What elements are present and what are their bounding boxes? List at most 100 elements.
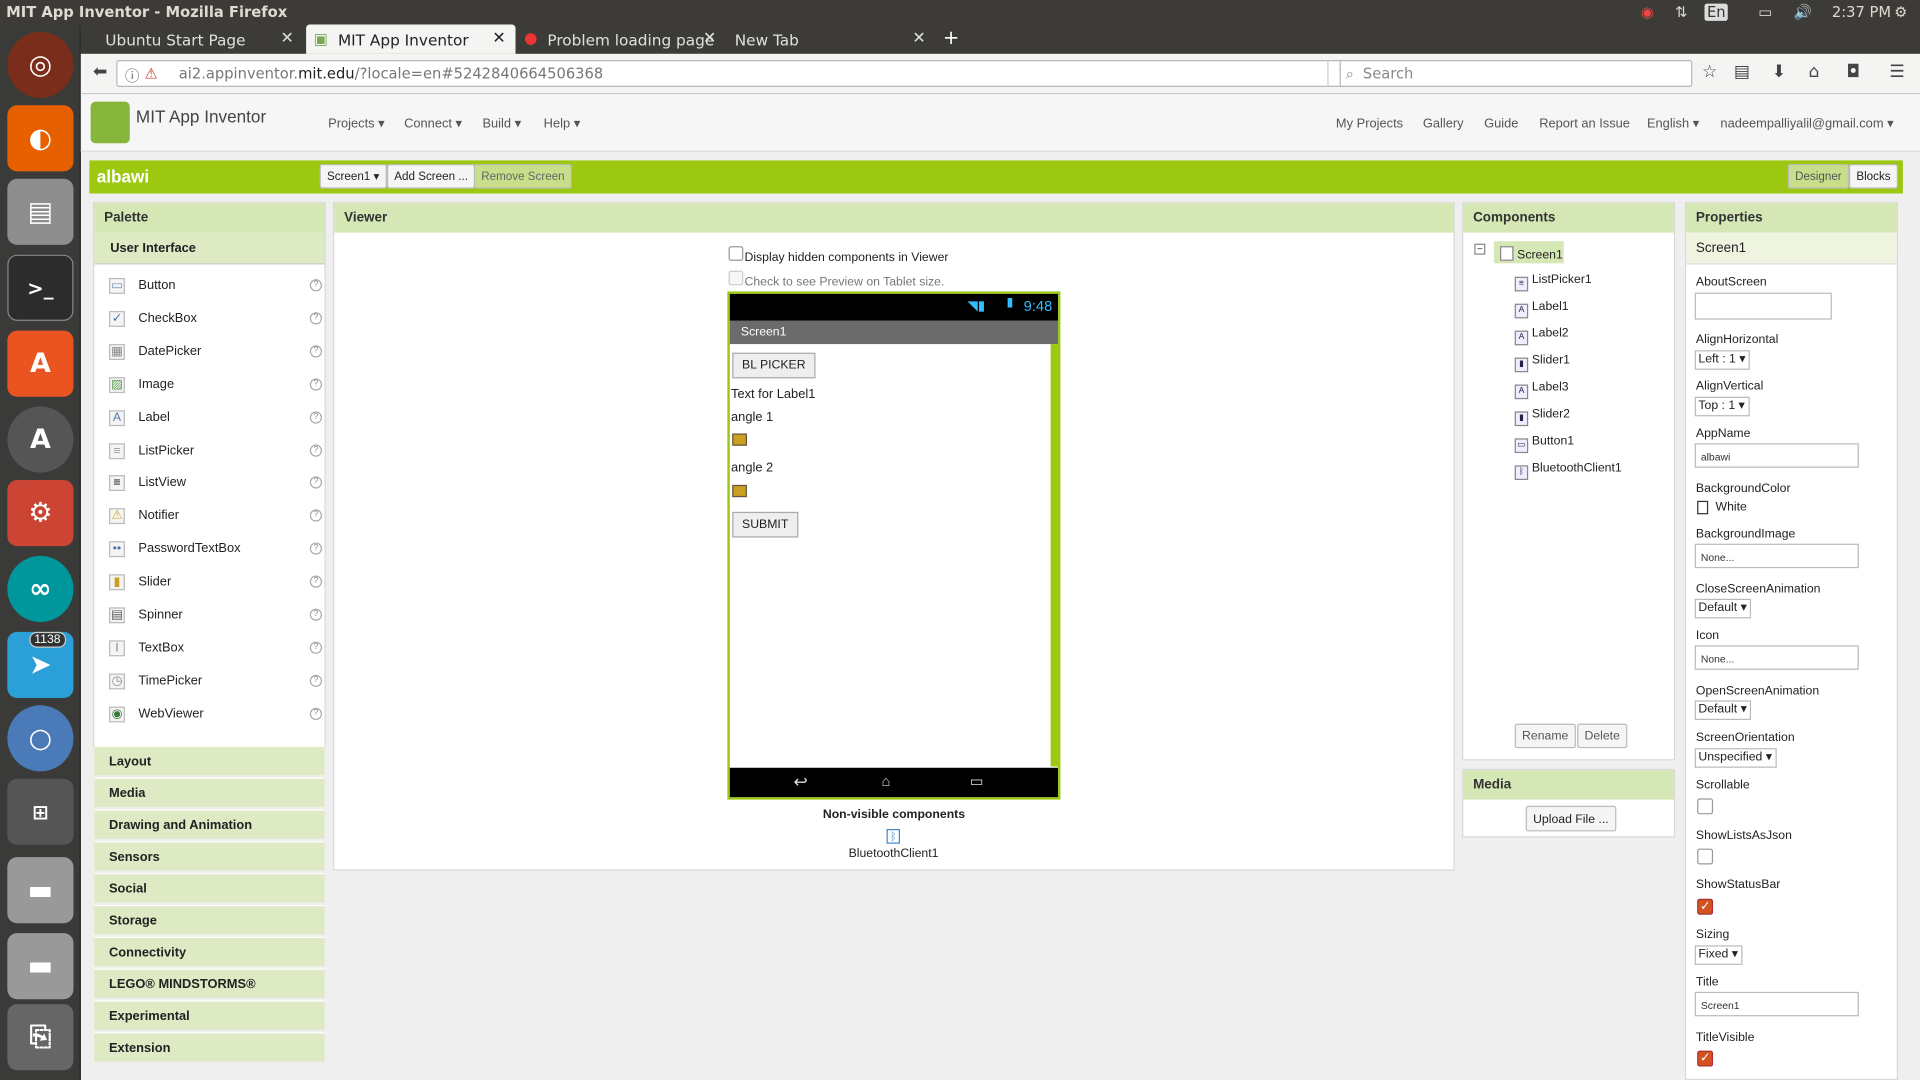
pocket-icon[interactable]: ◘ — [1847, 62, 1861, 82]
battery-icon[interactable]: ▭ — [1758, 4, 1772, 21]
close-tab-icon[interactable]: ✕ — [492, 29, 505, 47]
label3-preview[interactable]: angle 2 — [731, 460, 773, 475]
prop-statusbar-checkbox[interactable]: ✓ — [1697, 898, 1714, 915]
new-tab-plus-icon[interactable]: + — [936, 24, 967, 53]
tree-item-label2[interactable]: A Label2 — [1514, 327, 1569, 346]
drive-icon-2[interactable]: ▬ — [7, 933, 74, 1000]
palette-category-6[interactable]: Connectivity — [94, 936, 325, 967]
keyboard-layout[interactable]: En — [1704, 3, 1728, 21]
arduino-icon[interactable]: ∞ — [7, 555, 74, 623]
screen-select[interactable]: Screen1 ▾ — [319, 164, 387, 189]
upload-file-button[interactable]: Upload File ... — [1525, 805, 1616, 832]
prop-closeanim-select[interactable]: Default ▾ — [1694, 598, 1752, 619]
menu-help[interactable]: Help ▾ — [544, 116, 580, 131]
palette-category-5[interactable]: Storage — [94, 904, 325, 935]
network-icon[interactable]: ⇅ — [1675, 4, 1687, 21]
ubuntu-dash-icon[interactable]: ◎ — [7, 31, 74, 98]
add-screen-button[interactable]: Add Screen ... — [386, 164, 476, 189]
chromium-icon[interactable]: ○ — [7, 705, 74, 772]
menu-build[interactable]: Build ▾ — [482, 116, 521, 131]
prop-alignv-select[interactable]: Top : 1 ▾ — [1694, 396, 1750, 417]
menu-connect[interactable]: Connect ▾ — [404, 116, 462, 131]
close-tab-icon[interactable]: ✕ — [912, 29, 925, 47]
tab-new-tab[interactable]: New Tab ✕ — [727, 24, 935, 53]
prop-appname-input[interactable]: albawi — [1694, 443, 1859, 468]
menu-account[interactable]: nadeempalliyalil@gmail.com ▾ — [1720, 116, 1893, 131]
help-icon[interactable]: ? — [309, 575, 323, 588]
bgcolor-swatch[interactable] — [1697, 500, 1709, 515]
updater-icon[interactable]: A — [7, 406, 74, 473]
palette-category-3[interactable]: Sensors — [94, 841, 325, 871]
prop-bgcolor-value[interactable]: White — [1716, 501, 1747, 514]
palette-section-user-interface[interactable]: User Interface — [94, 232, 325, 265]
prop-orientation-select[interactable]: Unspecified ▾ — [1694, 748, 1777, 768]
app-title[interactable]: MIT App Inventor — [136, 107, 266, 127]
clock[interactable]: 2:37 PM — [1832, 4, 1891, 21]
help-icon[interactable]: ? — [309, 674, 323, 687]
tab-ubuntu-start[interactable]: Ubuntu Start Page ✕ — [81, 24, 304, 53]
prop-openanim-select[interactable]: Default ▾ — [1694, 700, 1752, 721]
tree-item-button1[interactable]: ▭ Button1 — [1514, 435, 1574, 454]
designer-button[interactable]: Designer — [1787, 164, 1850, 189]
prop-title-input[interactable]: Screen1 — [1694, 991, 1859, 1017]
reading-list-icon[interactable]: ▤ — [1734, 62, 1750, 82]
menu-language[interactable]: English ▾ — [1647, 116, 1699, 131]
blocks-button[interactable]: Blocks — [1848, 164, 1898, 189]
tree-item-slider2[interactable]: ▮ Slider2 — [1514, 408, 1570, 427]
tab-app-inventor[interactable]: ▣ MIT App Inventor ✕ — [306, 24, 516, 54]
remove-screen-button[interactable]: Remove Screen — [473, 164, 572, 189]
workspaces-icon[interactable]: ⊞ — [7, 778, 74, 845]
palette-category-0[interactable]: Layout — [94, 745, 325, 776]
help-icon[interactable]: ? — [309, 608, 323, 621]
terminal-icon[interactable]: >_ — [7, 254, 74, 321]
label2-preview[interactable]: angle 1 — [731, 410, 773, 425]
prop-scrollable-checkbox[interactable] — [1697, 798, 1714, 815]
prop-showlists-checkbox[interactable] — [1697, 848, 1714, 865]
system-settings-icon[interactable]: ⚙ — [7, 480, 74, 547]
tree-item-label3[interactable]: A Label3 — [1514, 381, 1569, 400]
prop-icon-input[interactable]: None... — [1694, 645, 1859, 670]
collapse-tree-icon[interactable]: − — [1474, 243, 1486, 255]
link-report-issue[interactable]: Report an Issue — [1539, 116, 1630, 131]
label1-preview[interactable]: Text for Label1 — [731, 387, 815, 402]
help-icon[interactable]: ? — [309, 377, 323, 391]
help-icon[interactable]: ? — [309, 345, 323, 358]
tablet-preview-checkbox[interactable] — [728, 270, 744, 286]
link-gallery[interactable]: Gallery — [1423, 116, 1464, 131]
bl-picker-button[interactable]: BL PICKER — [732, 352, 816, 379]
tree-item-slider1[interactable]: ▮ Slider1 — [1514, 354, 1570, 373]
palette-category-2[interactable]: Drawing and Animation — [94, 809, 325, 839]
prop-sizing-select[interactable]: Fixed ▾ — [1694, 945, 1743, 965]
delete-button[interactable]: Delete — [1577, 723, 1628, 749]
tree-item-listpicker1[interactable]: ≡ ListPicker1 — [1514, 273, 1592, 292]
close-tab-icon[interactable]: ✕ — [281, 29, 294, 47]
prop-bgimage-input[interactable]: None... — [1694, 543, 1859, 569]
url-bar[interactable]: ⓘ ⚠ ai2.appinventor.mit.edu/?locale=en#5… — [116, 60, 1362, 87]
help-icon[interactable]: ? — [309, 443, 323, 457]
nonvisible-item[interactable]: BluetoothClient1 — [849, 847, 939, 860]
chrome-indicator-icon[interactable]: ◉ — [1641, 4, 1654, 21]
drive-icon-1[interactable]: ▬ — [7, 857, 74, 924]
link-my-projects[interactable]: My Projects — [1336, 116, 1403, 131]
info-icon[interactable]: ⓘ — [125, 65, 140, 86]
help-icon[interactable]: ? — [309, 410, 323, 424]
home-icon[interactable]: ⌂ — [1809, 62, 1820, 82]
software-center-icon[interactable]: A — [7, 330, 74, 397]
palette-category-1[interactable]: Media — [94, 777, 325, 807]
link-guide[interactable]: Guide — [1484, 116, 1518, 131]
tree-item-bluetoothclient1[interactable]: ᛒ BluetoothClient1 — [1514, 462, 1622, 481]
tree-item-label1[interactable]: A Label1 — [1514, 300, 1569, 319]
palette-category-4[interactable]: Social — [94, 873, 325, 903]
slider2-icon[interactable] — [732, 484, 747, 498]
tab-problem-loading[interactable]: ● Problem loading page ✕ — [518, 24, 726, 53]
palette-category-8[interactable]: Experimental — [94, 1000, 325, 1030]
bookmark-star-icon[interactable]: ☆ — [1702, 62, 1717, 82]
back-icon[interactable]: ⬅ — [93, 62, 107, 82]
prop-about-input[interactable] — [1694, 292, 1832, 320]
prop-alignh-select[interactable]: Left : 1 ▾ — [1694, 350, 1751, 370]
help-icon[interactable]: ? — [309, 641, 323, 654]
help-icon[interactable]: ? — [309, 312, 323, 325]
usb-icon[interactable]: ⎘ — [7, 1004, 74, 1071]
settings-gear-icon[interactable]: ⚙ — [1894, 4, 1907, 21]
help-icon[interactable]: ? — [309, 707, 323, 720]
